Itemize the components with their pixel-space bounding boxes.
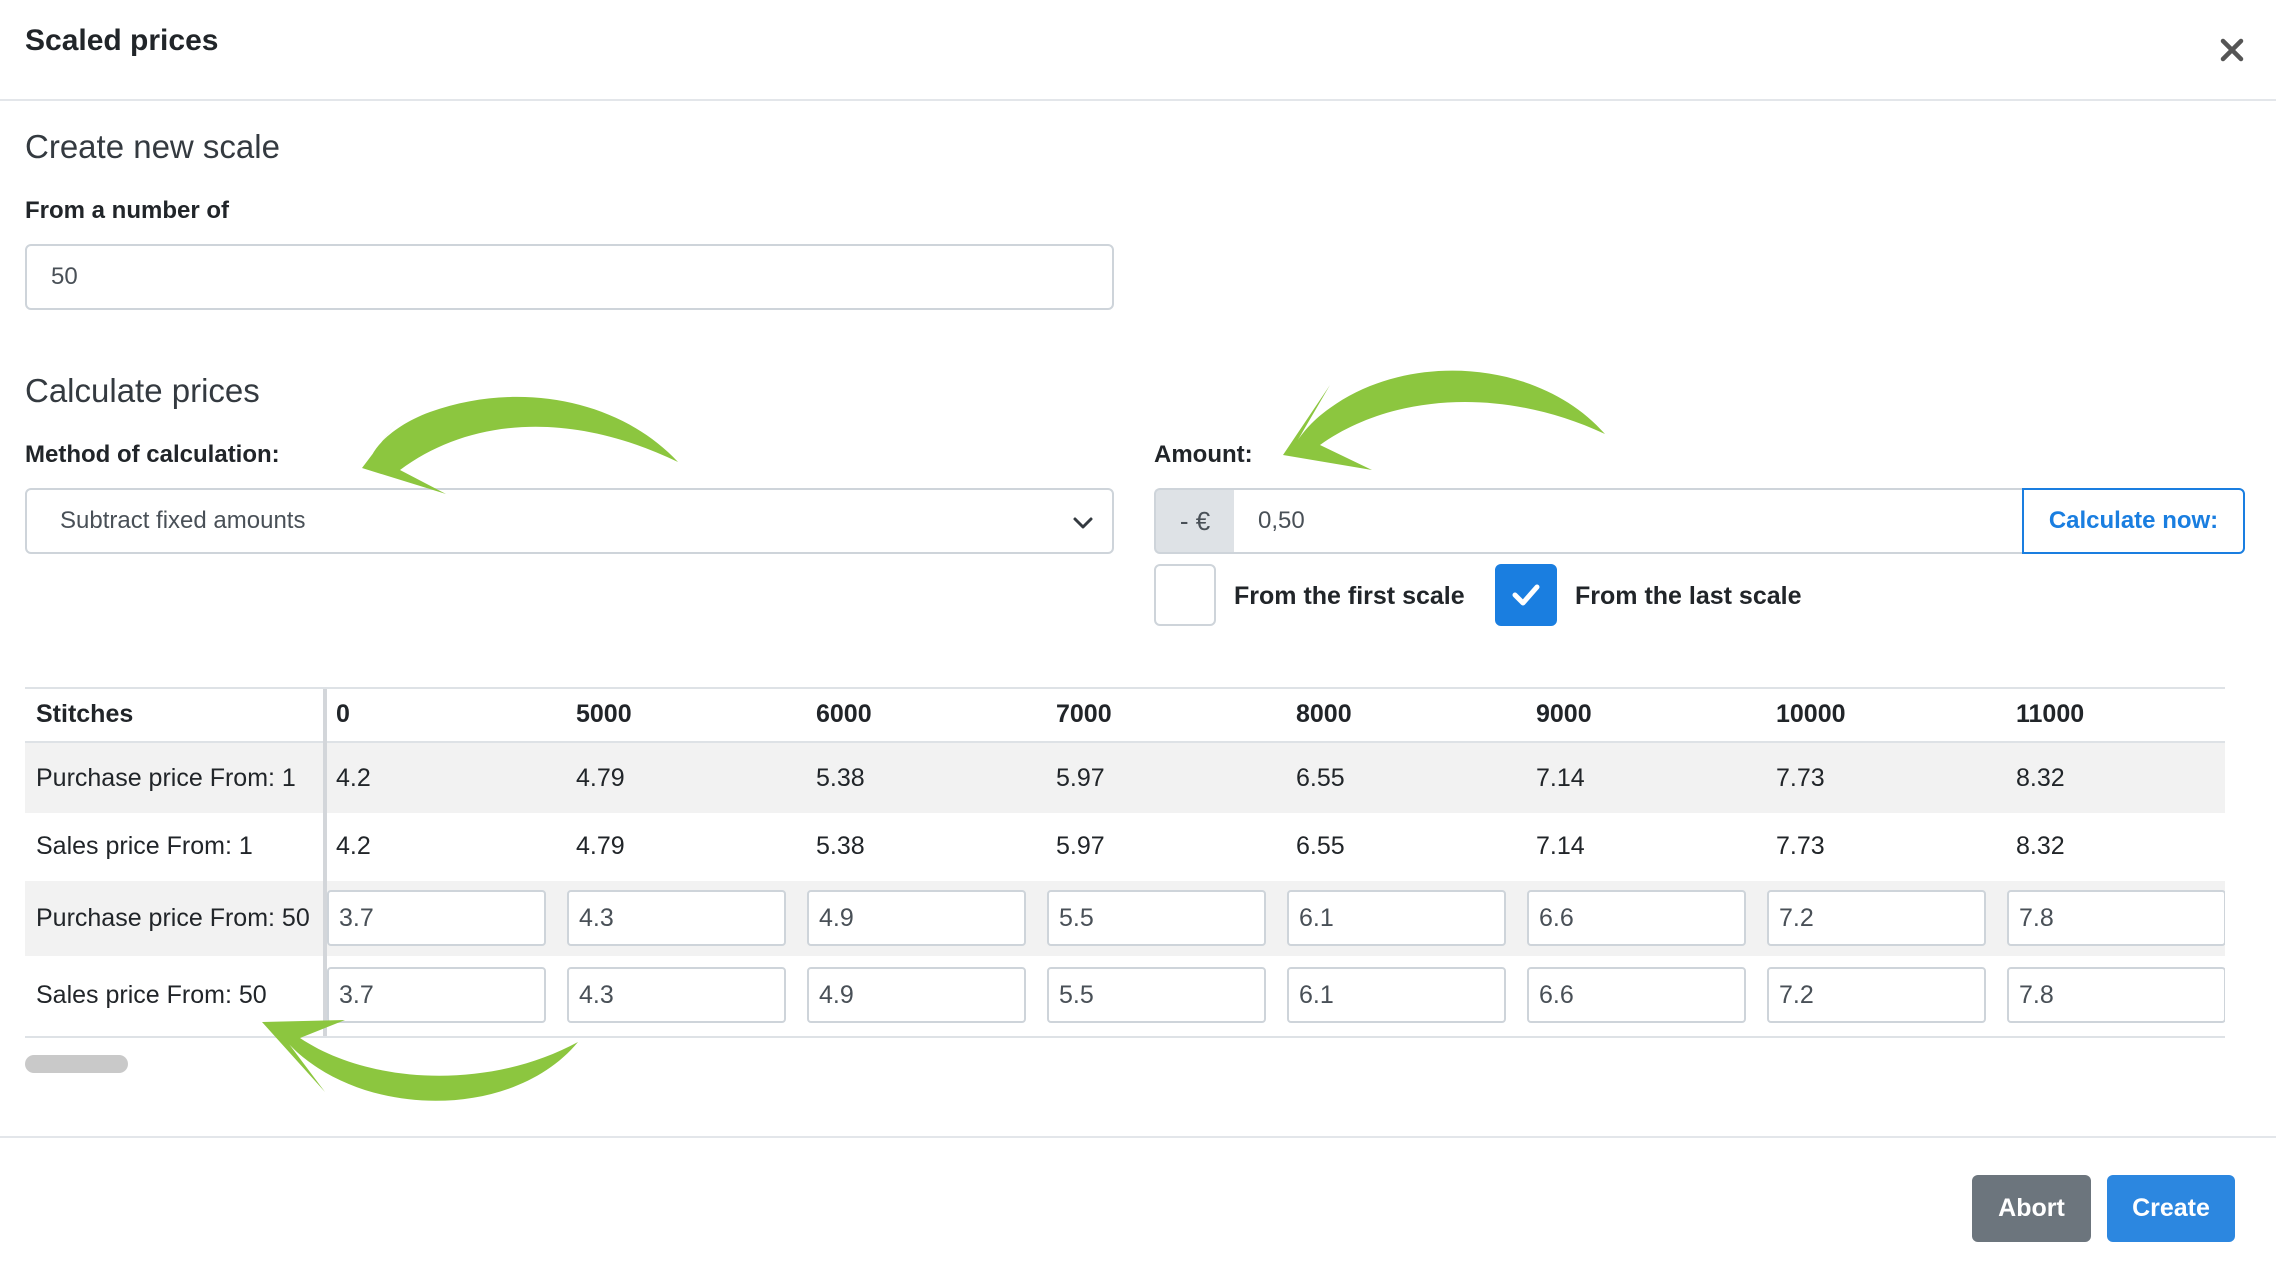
column-header: 10000 xyxy=(1776,700,1846,728)
close-button[interactable] xyxy=(2212,30,2252,70)
table-cell: 8.32 xyxy=(2016,832,2065,860)
price-input[interactable] xyxy=(1767,967,1986,1023)
price-input[interactable] xyxy=(1287,890,1506,946)
modal-title: Scaled prices xyxy=(25,24,219,57)
table-cell: 4.79 xyxy=(576,832,625,860)
create-scale-heading: Create new scale xyxy=(25,128,280,165)
price-input[interactable] xyxy=(327,967,546,1023)
table-cell: 8.32 xyxy=(2016,764,2065,792)
modal-header: Scaled prices xyxy=(0,0,2276,101)
table-cell: 4.2 xyxy=(336,764,371,792)
amount-label: Amount: xyxy=(1154,441,1253,468)
create-button[interactable]: Create xyxy=(2107,1175,2235,1242)
scaled-prices-table: Stitches 0 5000 6000 7000 8000 9000 1000… xyxy=(25,687,2225,1038)
last-scale-label: From the last scale xyxy=(1575,582,1802,610)
table-row: Purchase price From: 50 xyxy=(25,881,2225,956)
from-number-input[interactable] xyxy=(25,244,1114,310)
table-cell: 6.55 xyxy=(1296,832,1345,860)
price-input[interactable] xyxy=(807,967,1026,1023)
from-number-label: From a number of xyxy=(25,197,230,224)
column-header: 0 xyxy=(336,700,350,728)
annotation-arrow-icon xyxy=(362,396,678,494)
method-label: Method of calculation: xyxy=(25,441,280,468)
price-input[interactable] xyxy=(1767,890,1986,946)
price-input[interactable] xyxy=(1527,890,1746,946)
table-cell: 5.38 xyxy=(816,764,865,792)
amount-prefix: - € xyxy=(1154,488,1234,554)
price-input[interactable] xyxy=(1287,967,1506,1023)
table-cell: 5.97 xyxy=(1056,832,1105,860)
method-select[interactable]: Subtract fixed amounts xyxy=(25,488,1114,554)
column-header: 9000 xyxy=(1536,700,1592,728)
checkmark-icon xyxy=(1512,584,1540,606)
price-input[interactable] xyxy=(2007,967,2225,1023)
method-selected-value: Subtract fixed amounts xyxy=(60,507,306,534)
amount-input[interactable] xyxy=(1234,488,2026,554)
table-cell: 7.14 xyxy=(1536,764,1585,792)
annotation-arrows xyxy=(262,370,1605,1101)
column-header: 7000 xyxy=(1056,700,1112,728)
first-scale-checkbox[interactable] xyxy=(1154,564,1216,626)
abort-button[interactable]: Abort xyxy=(1972,1175,2091,1242)
table-cell: 4.2 xyxy=(336,832,371,860)
calculate-now-button[interactable]: Calculate now: xyxy=(2022,488,2245,554)
table-row: Sales price From: 1 4.2 4.79 5.38 5.97 6… xyxy=(25,811,2225,881)
table-cell: 7.73 xyxy=(1776,764,1825,792)
table-row: Sales price From: 50 xyxy=(25,956,2225,1034)
first-scale-label: From the first scale xyxy=(1234,582,1465,610)
table-cell: 7.14 xyxy=(1536,832,1585,860)
table-cell: 5.38 xyxy=(816,832,865,860)
horizontal-scrollbar-thumb[interactable] xyxy=(25,1055,128,1073)
chevron-down-icon xyxy=(1073,517,1093,529)
amount-input-group: - € Calculate now: xyxy=(1154,488,2245,554)
close-icon xyxy=(2220,38,2244,62)
last-scale-checkbox[interactable] xyxy=(1495,564,1557,626)
price-input[interactable] xyxy=(1047,890,1266,946)
table-header-row: Stitches 0 5000 6000 7000 8000 9000 1000… xyxy=(25,689,2225,741)
price-input[interactable] xyxy=(327,890,546,946)
table-frozen-column-divider xyxy=(25,689,327,1036)
price-input[interactable] xyxy=(1047,967,1266,1023)
price-input[interactable] xyxy=(807,890,1026,946)
column-header: 11000 xyxy=(2016,700,2085,728)
price-input[interactable] xyxy=(2007,890,2225,946)
price-input[interactable] xyxy=(1527,967,1746,1023)
table-cell: 5.97 xyxy=(1056,764,1105,792)
column-header: 5000 xyxy=(576,700,632,728)
table-row: Purchase price From: 1 4.2 4.79 5.38 5.9… xyxy=(25,741,2225,813)
table-cell: 6.55 xyxy=(1296,764,1345,792)
modal-footer: Abort Create xyxy=(0,1136,2276,1280)
price-input[interactable] xyxy=(567,890,786,946)
column-header: 6000 xyxy=(816,700,872,728)
table-cell: 4.79 xyxy=(576,764,625,792)
table-cell: 7.73 xyxy=(1776,832,1825,860)
calculate-heading: Calculate prices xyxy=(25,372,260,409)
annotation-arrow-icon xyxy=(1283,370,1605,470)
price-input[interactable] xyxy=(567,967,786,1023)
column-header: 8000 xyxy=(1296,700,1352,728)
